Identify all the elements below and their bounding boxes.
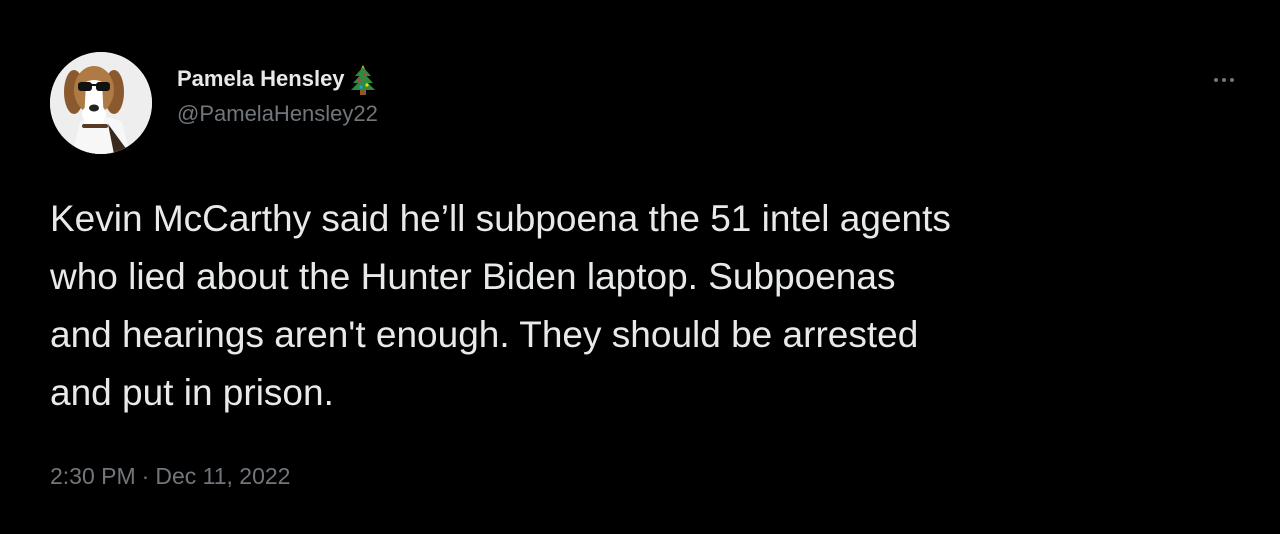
tweet-card: Pamela Hensley @PamelaHensley22 Kevin Mc…	[0, 0, 1280, 534]
more-icon[interactable]	[1206, 66, 1242, 94]
more-dot	[1214, 78, 1218, 82]
author-display-name[interactable]: Pamela Hensley	[177, 62, 378, 96]
display-name-text: Pamela Hensley	[177, 66, 345, 91]
tweet-time[interactable]: 2:30 PM	[50, 463, 136, 489]
more-dot	[1222, 78, 1226, 82]
beagle-avatar-image	[50, 52, 152, 154]
tweet-date[interactable]: Dec 11, 2022	[155, 463, 290, 489]
author-block: Pamela Hensley @PamelaHensley22	[177, 62, 378, 128]
christmas-tree-icon	[349, 62, 377, 96]
timestamp-separator: ·	[141, 463, 150, 489]
more-dot	[1230, 78, 1234, 82]
tweet-text: Kevin McCarthy said he’ll subpoena the 5…	[50, 198, 951, 413]
tweet-timestamp: 2:30 PM · Dec 11, 2022	[50, 460, 290, 492]
author-avatar[interactable]	[50, 52, 152, 154]
author-handle[interactable]: @PamelaHensley22	[177, 100, 378, 128]
